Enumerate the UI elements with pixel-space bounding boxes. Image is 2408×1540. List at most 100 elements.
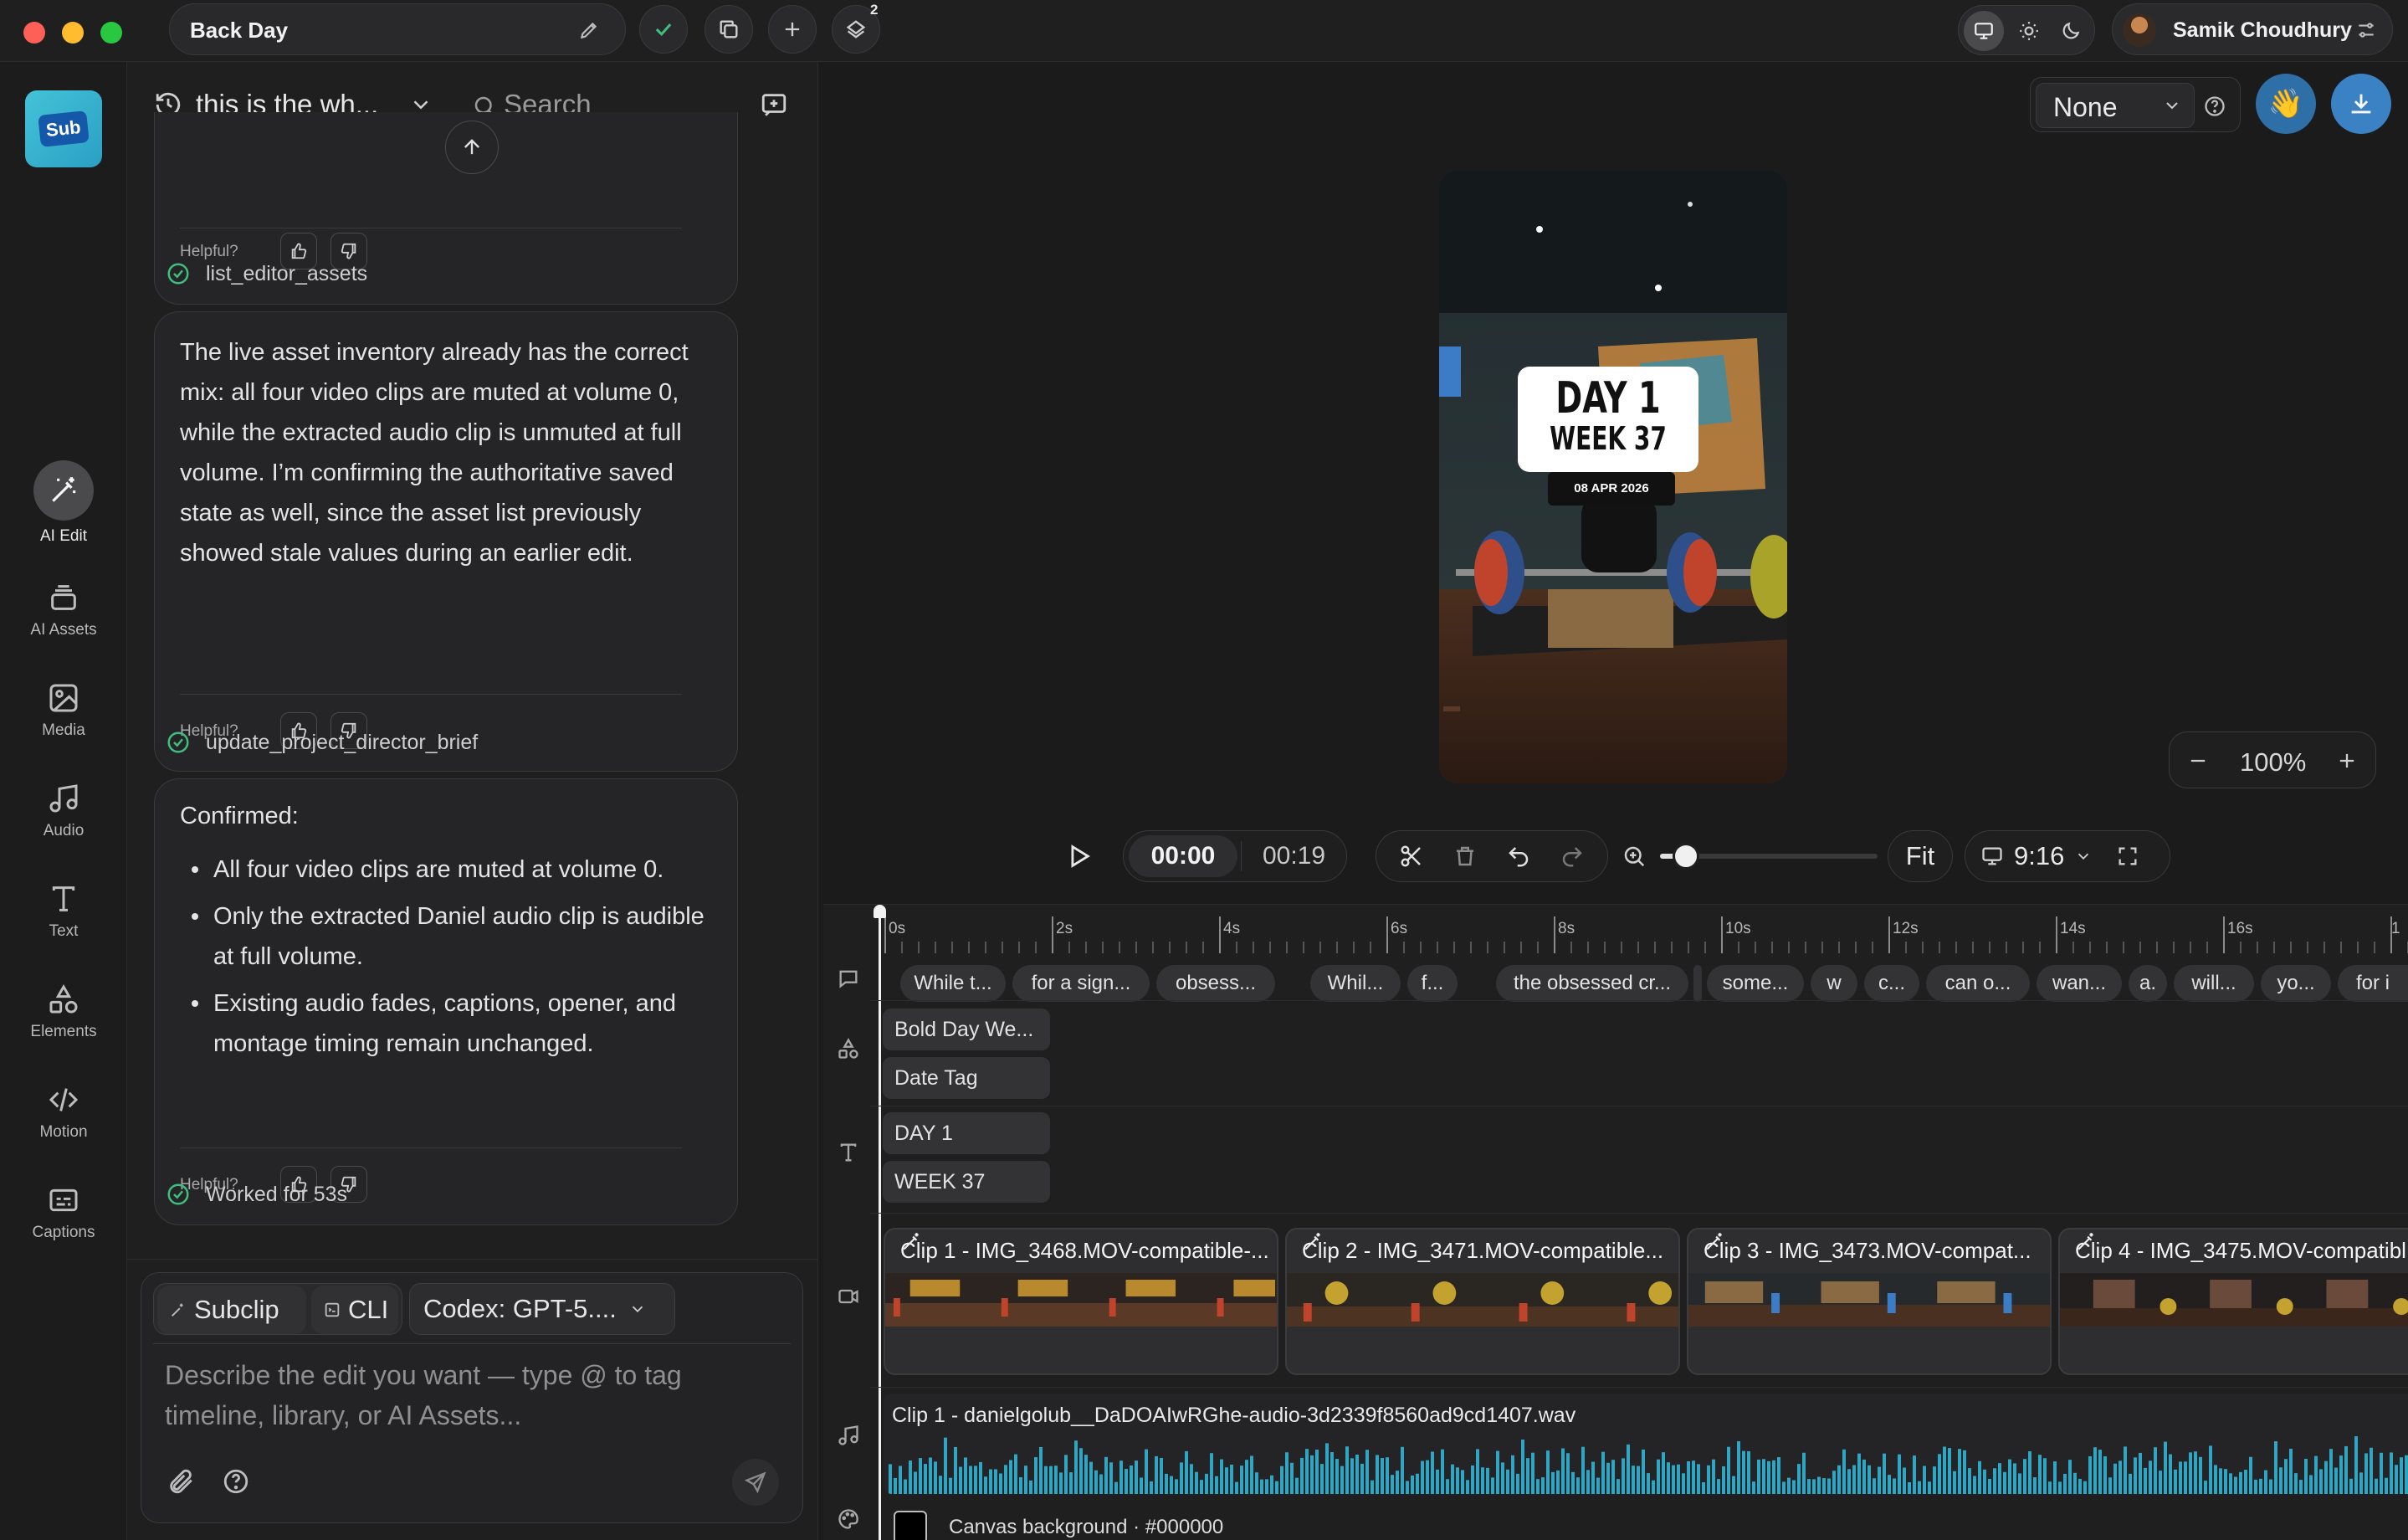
worked-for-label: Worked for 53s [206, 1182, 348, 1206]
model-selector[interactable]: Codex: GPT-5.... [409, 1283, 675, 1335]
theme-light-option[interactable] [2009, 11, 2049, 51]
trash-icon[interactable] [1452, 844, 1478, 869]
clip-title: Clip 1 - IMG_3468.MOV-compatible-... [900, 1238, 1269, 1263]
scroll-to-top-button[interactable] [445, 121, 499, 174]
date-tag[interactable]: 08 APR 2026 [1548, 472, 1675, 506]
send-button[interactable] [732, 1459, 779, 1506]
theme-dark-option[interactable] [2051, 11, 2091, 51]
text-clip-day[interactable]: DAY 1 [883, 1112, 1050, 1154]
sidebar-item-captions[interactable]: Captions [0, 1172, 127, 1264]
user-menu-button[interactable]: Samik Choudhury [2112, 3, 2393, 55]
play-button[interactable] [1064, 842, 1093, 870]
undo-icon[interactable] [1506, 844, 1531, 869]
help-icon[interactable] [222, 1467, 250, 1496]
caption-chip[interactable]: for i [2338, 965, 2408, 1002]
theme-system-option[interactable] [1964, 11, 2004, 51]
help-icon[interactable] [2203, 95, 2226, 118]
attach-icon[interactable] [167, 1467, 195, 1496]
caption-chip[interactable]: a. [2129, 965, 2167, 1002]
message-card: Confirmed: All four video clips are mute… [154, 778, 738, 1225]
thumbs-down-icon [340, 242, 358, 260]
cli-mode-button[interactable]: CLI [311, 1286, 398, 1334]
wave-button[interactable]: 👋 [2256, 74, 2316, 134]
ruler-label: 4s [1223, 920, 1241, 937]
sidebar-item-label: Motion [39, 1123, 88, 1141]
tool-call-name: list_editor_assets [206, 261, 368, 285]
redo-icon[interactable] [1560, 844, 1585, 869]
export-button[interactable] [2331, 74, 2391, 134]
video-clip-3[interactable]: Clip 3 - IMG_3473.MOV-compat... [1687, 1228, 2052, 1375]
caption-chip[interactable]: While t... [900, 965, 1006, 1002]
video-preview[interactable]: DAY 1 WEEK 37 08 APR 2026 [1439, 171, 1787, 783]
duplicate-button[interactable] [704, 5, 753, 54]
element-clip-bold-day[interactable]: Bold Day We... [883, 1009, 1050, 1050]
maximize-window-button[interactable] [100, 22, 122, 44]
slider-knob[interactable] [1673, 843, 1700, 870]
text-clip-week[interactable]: WEEK 37 [883, 1161, 1050, 1203]
caption-chip[interactable]: Whil... [1310, 965, 1401, 1002]
sidebar-item-ai-edit[interactable]: AI Edit [0, 460, 127, 552]
zoom-in-button[interactable] [2335, 749, 2359, 773]
preset-dropdown[interactable]: None [2036, 83, 2195, 128]
caption-chip[interactable]: c... [1864, 965, 1919, 1002]
canvas-color-swatch[interactable] [894, 1511, 927, 1540]
caption-chip[interactable] [1693, 965, 1702, 1002]
divider [180, 694, 682, 695]
caption-chip[interactable]: f... [1407, 965, 1458, 1002]
subclip-label: Subclip [194, 1295, 279, 1324]
timecode-display: 00:00 00:19 [1123, 830, 1347, 882]
video-clip-4[interactable]: Clip 4 - IMG_3475.MOV-compatibl [2058, 1228, 2408, 1375]
sidebar-item-ai-assets[interactable]: AI Assets [0, 569, 127, 661]
sidebar-item-elements[interactable]: Elements [0, 971, 127, 1063]
subclip-mode-button[interactable]: Subclip [157, 1286, 306, 1334]
timeline-zoom-slider[interactable] [1660, 843, 1878, 870]
element-clip-date-tag[interactable]: Date Tag [883, 1057, 1050, 1099]
caption-chip[interactable]: for a sign... [1012, 965, 1150, 1002]
caption-chip[interactable]: yo... [2261, 965, 2331, 1002]
current-time: 00:00 [1129, 835, 1237, 877]
captions-track-icon [837, 967, 860, 990]
scissors-icon[interactable] [1399, 844, 1424, 869]
project-title-field[interactable]: Back Day [169, 3, 626, 55]
prompt-input[interactable]: Describe the edit you want — type @ to t… [165, 1355, 767, 1435]
sidebar-item-motion[interactable]: Motion [0, 1071, 127, 1163]
video-clip-2[interactable]: Clip 2 - IMG_3471.MOV-compatible... [1285, 1228, 1680, 1375]
app-logo[interactable]: Sub [25, 90, 102, 167]
playhead-handle[interactable] [874, 905, 886, 918]
fit-label: Fit [1905, 841, 1935, 870]
caption-chip[interactable]: the obsessed cr... [1496, 965, 1688, 1002]
new-project-button[interactable] [768, 5, 817, 54]
zoom-out-button[interactable] [2186, 749, 2210, 773]
image-icon [47, 681, 80, 715]
save-check-button[interactable] [639, 5, 688, 54]
caption-chip[interactable]: can o... [1926, 965, 2030, 1002]
model-label: Codex: GPT-5.... [423, 1294, 617, 1323]
sidebar-item-text[interactable]: Text [0, 870, 127, 963]
sidebar-item-label: Text [49, 922, 79, 940]
sidebar-item-label: AI Edit [40, 527, 87, 545]
ruler-label: 10s [1725, 920, 1751, 937]
send-icon [744, 1471, 767, 1494]
list-item: All four video clips are muted at volume… [180, 850, 715, 890]
timeline: 0s 2s 4s 6s 8s 10s 12s 14s 16s 1 While t… [823, 904, 2408, 1540]
caption-chip[interactable]: wan... [2037, 965, 2122, 1002]
bold-day-title-card[interactable]: DAY 1 WEEK 37 [1518, 367, 1698, 472]
caption-chip[interactable]: will... [2174, 965, 2254, 1002]
time-ruler[interactable]: 0s 2s 4s 6s 8s 10s 12s 14s 16s 1 [880, 905, 2408, 955]
minimize-window-button[interactable] [62, 22, 84, 44]
sidebar-item-media[interactable]: Media [0, 670, 127, 762]
new-chat-icon[interactable] [760, 90, 788, 119]
aspect-ratio-selector[interactable]: 9:16 [1965, 830, 2170, 882]
caption-chip[interactable]: w [1811, 965, 1857, 1002]
fit-button[interactable]: Fit [1888, 830, 1953, 882]
sidebar-item-audio[interactable]: Audio [0, 770, 127, 862]
fullscreen-icon[interactable] [2116, 844, 2139, 868]
week-text: WEEK 37 [1550, 420, 1667, 457]
caption-chip[interactable]: some... [1707, 965, 1804, 1002]
audio-clip-1[interactable]: Clip 1 - danielgolub__DaDOAIwRGhe-audio-… [884, 1394, 2408, 1494]
caption-chip[interactable]: obsess... [1156, 965, 1275, 1002]
close-window-button[interactable] [23, 22, 45, 44]
clip-title: Clip 3 - IMG_3473.MOV-compat... [1704, 1238, 2031, 1263]
video-clip-1[interactable]: Clip 1 - IMG_3468.MOV-compatible-... [884, 1228, 1278, 1375]
pencil-icon[interactable] [578, 19, 600, 41]
